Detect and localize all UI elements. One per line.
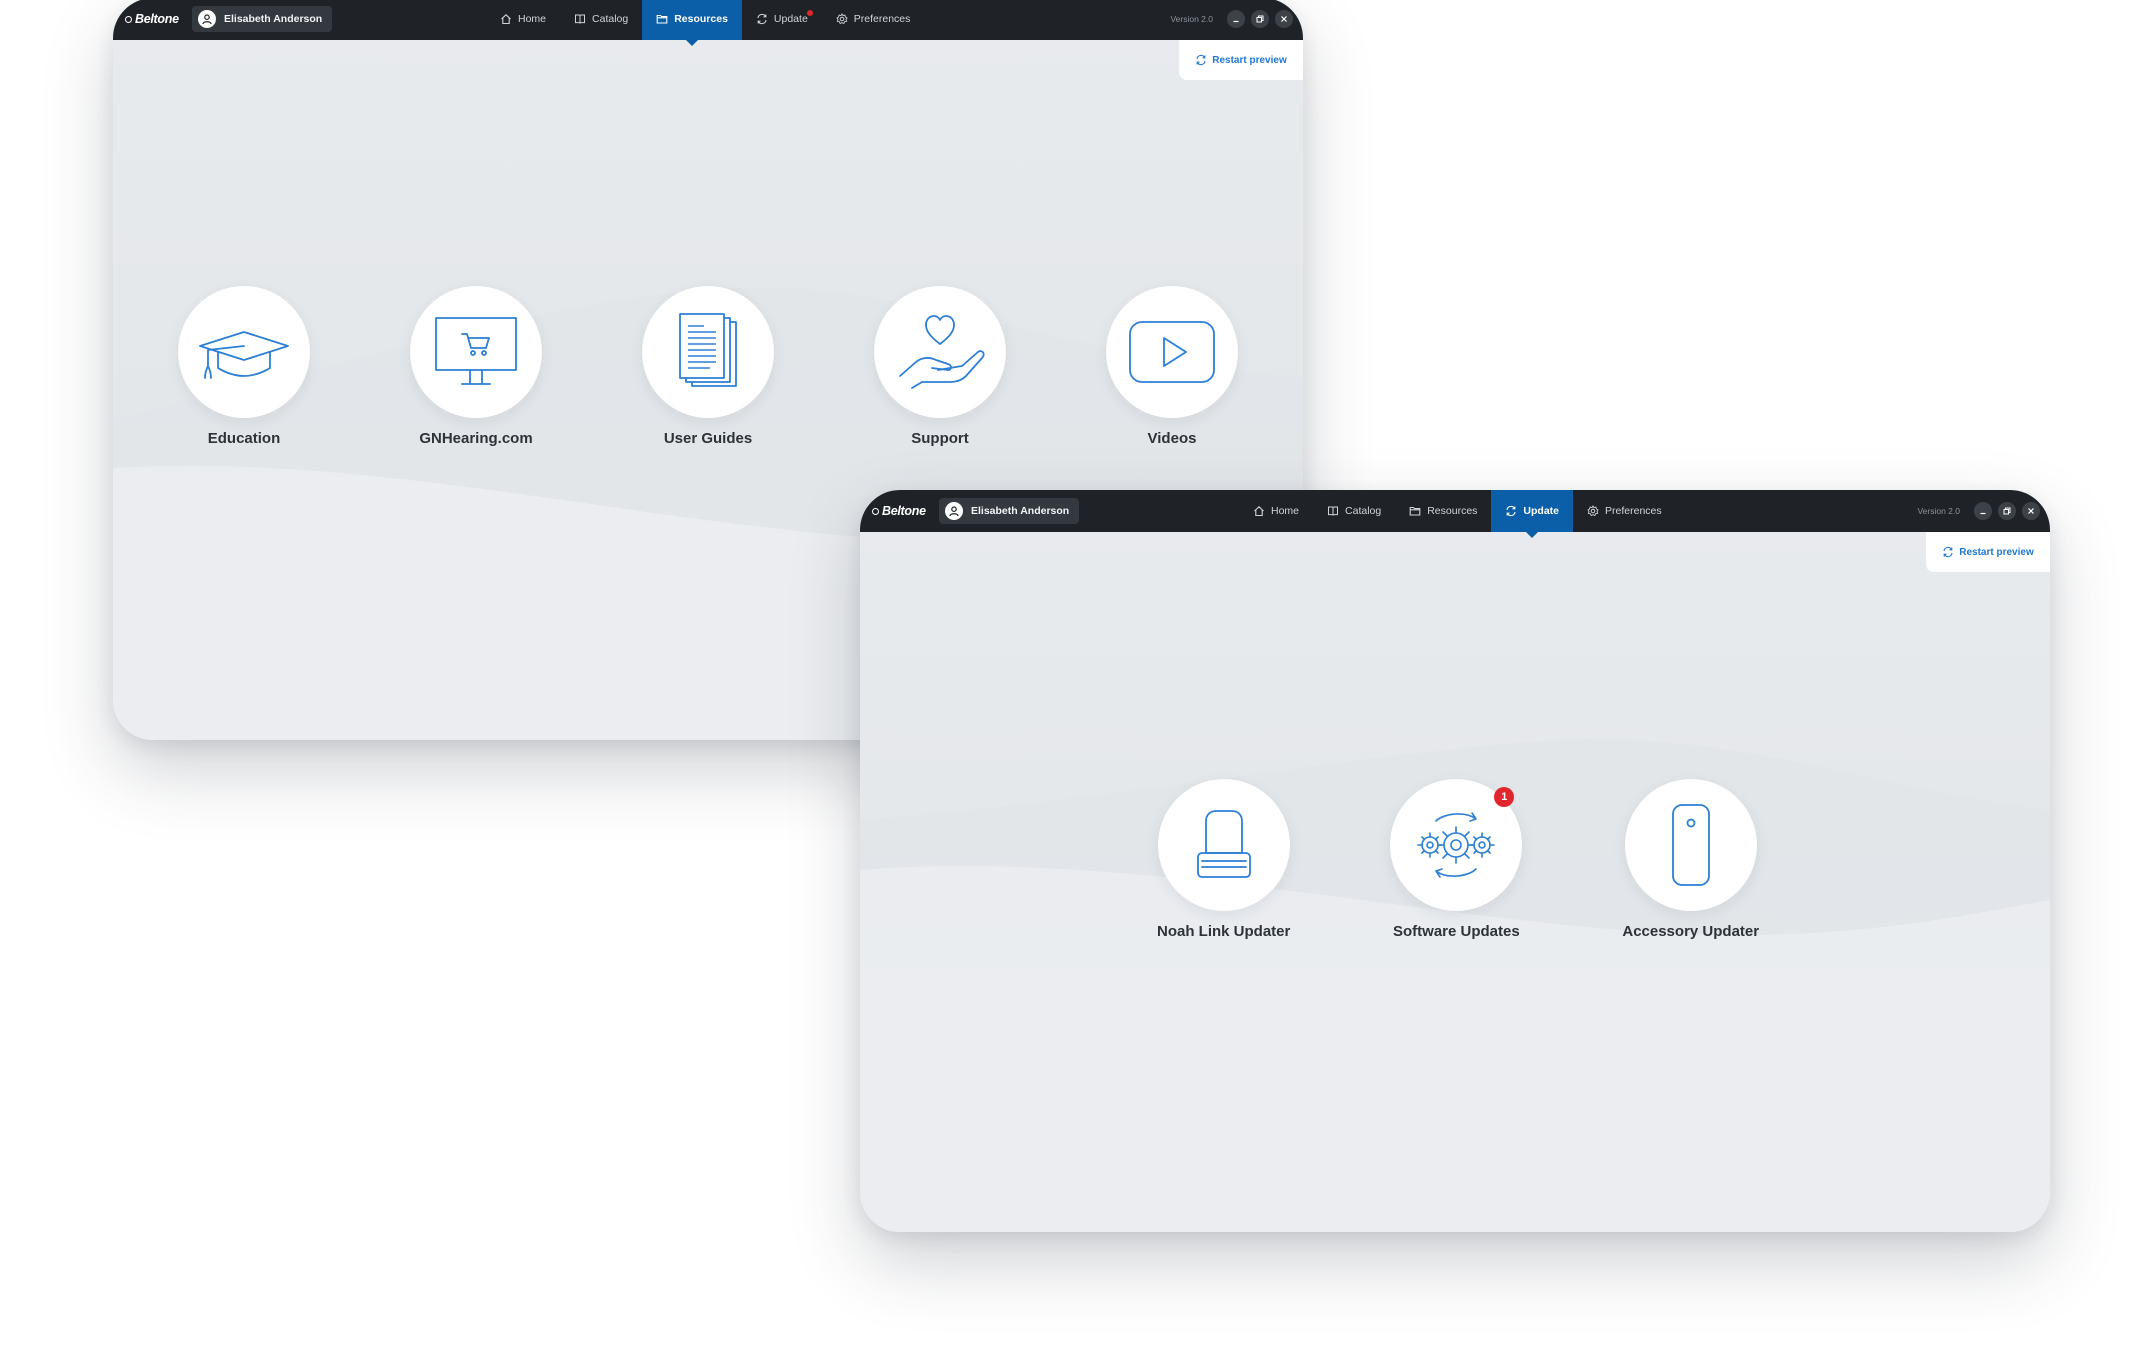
- refresh-icon: [1196, 54, 1206, 66]
- restore-button[interactable]: [1251, 10, 1269, 28]
- nav-preferences[interactable]: Preferences: [1573, 490, 1676, 532]
- user-avatar-icon: [198, 10, 216, 28]
- tile-user-guides[interactable]: User Guides: [642, 286, 774, 447]
- tile-gnhearing[interactable]: GNHearing.com: [410, 286, 542, 447]
- minimize-button[interactable]: [1974, 502, 1992, 520]
- title-bar: Beltone Elisabeth Anderson Home Catalog …: [860, 490, 2050, 538]
- graduation-cap-icon: [199, 331, 289, 379]
- noah-link-device-icon: [1196, 810, 1251, 878]
- beltone-logo: Beltone: [872, 490, 926, 532]
- home-icon: [1254, 506, 1264, 517]
- gear-icon: [1587, 505, 1599, 517]
- window-controls: [1974, 502, 2040, 520]
- restore-icon: [2003, 507, 2011, 515]
- sync-icon: [1506, 505, 1516, 517]
- gears-sync-icon: [1417, 812, 1496, 878]
- close-button[interactable]: [1275, 10, 1293, 28]
- user-account-button[interactable]: Elisabeth Anderson: [939, 498, 1079, 524]
- folder-icon: [656, 14, 668, 24]
- play-video-icon: [1129, 321, 1215, 383]
- tile-support[interactable]: Support: [874, 286, 1006, 447]
- minimize-button[interactable]: [1227, 10, 1245, 28]
- restore-icon: [1256, 15, 1264, 23]
- user-name: Elisabeth Anderson: [971, 505, 1070, 517]
- minimize-icon: [1980, 512, 1986, 515]
- home-icon: [501, 14, 511, 25]
- close-icon: [2028, 508, 2034, 514]
- restart-preview-button[interactable]: Restart preview: [1179, 40, 1303, 80]
- tile-accessory-updater[interactable]: Accessory Updater: [1622, 779, 1759, 940]
- version-label: Version 2.0: [1170, 14, 1213, 24]
- documents-icon: [679, 313, 737, 387]
- remote-control-icon: [1671, 804, 1710, 886]
- nav-preferences[interactable]: Preferences: [822, 0, 925, 40]
- update-tiles: Noah Link Updater 1 Software Updates Acc…: [1157, 779, 1759, 940]
- close-button[interactable]: [2022, 502, 2040, 520]
- book-icon: [1328, 506, 1339, 516]
- nav-update[interactable]: Update: [742, 0, 822, 40]
- update-window: Beltone Elisabeth Anderson Home Catalog …: [860, 490, 2050, 1232]
- tile-education[interactable]: Education: [178, 286, 310, 447]
- gear-icon: [836, 13, 848, 25]
- main-nav: Home Catalog Resources Update Preference…: [1239, 490, 1676, 538]
- user-account-button[interactable]: Elisabeth Anderson: [192, 6, 332, 32]
- refresh-icon: [1943, 546, 1953, 558]
- heart-hand-icon: [899, 315, 985, 389]
- restart-preview-button[interactable]: Restart preview: [1926, 532, 2050, 572]
- restore-button[interactable]: [1998, 502, 2016, 520]
- book-icon: [575, 14, 586, 24]
- beltone-logo: Beltone: [125, 0, 179, 40]
- folder-icon: [1409, 506, 1421, 516]
- user-name: Elisabeth Anderson: [224, 13, 323, 25]
- resources-tiles: Education GNHearing.com User Guides Supp…: [178, 286, 1238, 447]
- tile-software-updates[interactable]: 1 Software Updates: [1390, 779, 1523, 940]
- nav-update[interactable]: Update: [1491, 490, 1574, 538]
- update-notification-dot: [806, 10, 813, 16]
- user-avatar-icon: [945, 502, 963, 520]
- update-count-badge: 1: [1494, 787, 1515, 807]
- tile-videos[interactable]: Videos: [1106, 286, 1238, 447]
- title-bar: Beltone Elisabeth Anderson Home Catalog …: [113, 0, 1303, 46]
- version-label: Version 2.0: [1917, 506, 1960, 516]
- nav-catalog[interactable]: Catalog: [560, 0, 642, 40]
- nav-home[interactable]: Home: [486, 0, 560, 40]
- nav-home[interactable]: Home: [1239, 490, 1313, 532]
- main-nav: Home Catalog Resources Update Preference…: [486, 0, 925, 46]
- window-controls: [1227, 10, 1293, 28]
- nav-catalog[interactable]: Catalog: [1313, 490, 1395, 532]
- minimize-icon: [1233, 20, 1239, 23]
- close-icon: [1281, 16, 1287, 22]
- sync-icon: [757, 13, 767, 25]
- tile-noah-link-updater[interactable]: Noah Link Updater: [1157, 779, 1290, 940]
- monitor-cart-icon: [435, 317, 517, 385]
- nav-resources[interactable]: Resources: [1395, 490, 1491, 532]
- nav-resources[interactable]: Resources: [642, 0, 742, 46]
